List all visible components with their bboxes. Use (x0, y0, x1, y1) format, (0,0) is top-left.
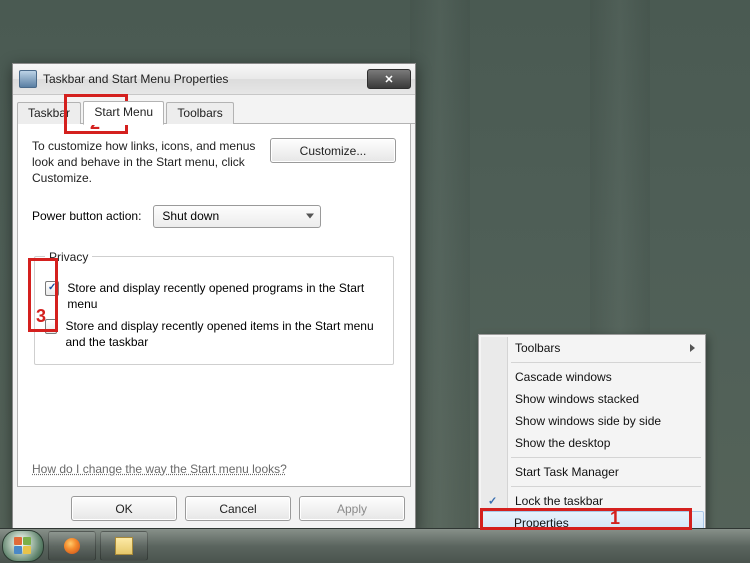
taskbar-icon (19, 70, 37, 88)
close-button[interactable]: ✕ (367, 69, 411, 89)
privacy-group: Privacy Store and display recently opene… (34, 250, 394, 366)
taskbar-item-firefox[interactable] (48, 531, 96, 561)
tab-taskbar[interactable]: Taskbar (17, 102, 81, 124)
tab-toolbars[interactable]: Toolbars (166, 102, 233, 124)
explorer-icon (115, 537, 133, 555)
menu-stacked[interactable]: Show windows stacked (481, 388, 703, 410)
taskbar-item-explorer[interactable] (100, 531, 148, 561)
ok-button[interactable]: OK (71, 496, 177, 521)
tab-page: To customize how links, icons, and menus… (17, 124, 411, 487)
tab-strip: Taskbar Start Menu Toolbars (17, 101, 415, 124)
menu-cascade-label: Cascade windows (515, 370, 612, 384)
window-title: Taskbar and Start Menu Properties (43, 72, 228, 86)
tab-start-menu[interactable]: Start Menu (83, 101, 164, 125)
label-recent-items: Store and display recently opened items … (65, 318, 383, 350)
power-button-label: Power button action: (32, 209, 141, 223)
menu-show-desktop[interactable]: Show the desktop (481, 432, 703, 454)
checkbox-recent-items[interactable] (45, 319, 57, 334)
submenu-arrow-icon (690, 344, 695, 352)
menu-task-manager[interactable]: Start Task Manager (481, 461, 703, 483)
menu-lock-taskbar-label: Lock the taskbar (515, 494, 603, 508)
customize-button[interactable]: Customize... (270, 138, 396, 163)
titlebar[interactable]: Taskbar and Start Menu Properties ✕ (13, 64, 415, 95)
close-icon: ✕ (384, 73, 393, 86)
menu-task-manager-label: Start Task Manager (515, 465, 619, 479)
power-button-value: Shut down (162, 209, 219, 223)
apply-button[interactable]: Apply (299, 496, 405, 521)
power-button-combo[interactable]: Shut down (153, 205, 321, 228)
customize-description: To customize how links, icons, and menus… (32, 138, 258, 187)
taskbar-properties-dialog: Taskbar and Start Menu Properties ✕ Task… (12, 63, 416, 532)
firefox-icon (64, 538, 80, 554)
menu-separator (511, 457, 701, 458)
menu-separator (511, 486, 701, 487)
start-button[interactable] (2, 530, 44, 562)
checkmark-icon: ✓ (488, 495, 497, 508)
chevron-down-icon (306, 214, 314, 219)
help-link[interactable]: How do I change the way the Start menu l… (32, 462, 287, 476)
checkbox-recent-programs[interactable] (45, 281, 59, 296)
menu-cascade[interactable]: Cascade windows (481, 366, 703, 388)
label-recent-programs: Store and display recently opened progra… (67, 280, 383, 312)
menu-separator (511, 362, 701, 363)
privacy-legend: Privacy (45, 250, 92, 264)
menu-lock-taskbar[interactable]: ✓ Lock the taskbar (481, 490, 703, 512)
dialog-button-row: OK Cancel Apply (71, 496, 405, 521)
windows-logo-icon (14, 537, 32, 555)
taskbar-context-menu: Toolbars Cascade windows Show windows st… (478, 334, 706, 537)
cancel-button[interactable]: Cancel (185, 496, 291, 521)
taskbar[interactable] (0, 528, 750, 563)
menu-stacked-label: Show windows stacked (515, 392, 639, 406)
menu-show-desktop-label: Show the desktop (515, 436, 610, 450)
menu-side-by-side-label: Show windows side by side (515, 414, 661, 428)
menu-toolbars[interactable]: Toolbars (481, 337, 703, 359)
menu-toolbars-label: Toolbars (515, 341, 560, 355)
menu-side-by-side[interactable]: Show windows side by side (481, 410, 703, 432)
